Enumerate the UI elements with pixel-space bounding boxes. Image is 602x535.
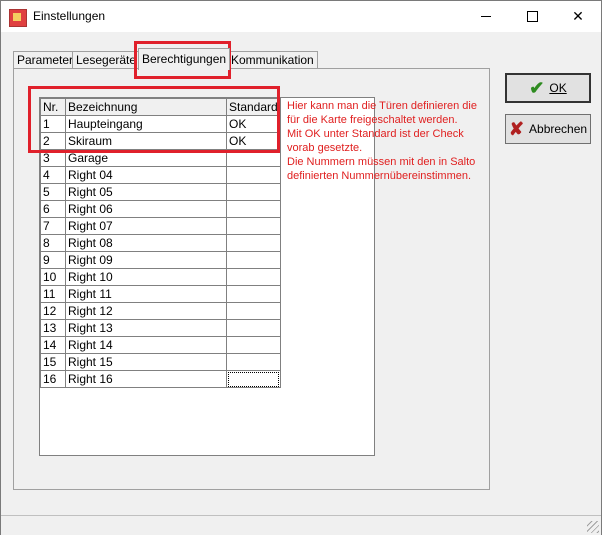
cell-bezeichnung[interactable]: Right 10 — [65, 268, 227, 286]
cell-standard[interactable] — [226, 166, 281, 184]
header-bezeichnung: Bezeichnung — [65, 98, 227, 116]
ok-button[interactable]: ✔ OK — [505, 73, 591, 103]
header-standard: Standard — [226, 98, 281, 116]
cell-nr[interactable]: 7 — [40, 217, 66, 235]
cell-standard[interactable] — [226, 370, 281, 388]
cell-nr[interactable]: 15 — [40, 353, 66, 371]
cell-standard[interactable] — [226, 336, 281, 354]
table-row[interactable]: 12 Right 12 — [40, 302, 281, 320]
table-row[interactable]: 3 Garage — [40, 149, 281, 167]
cell-standard[interactable] — [226, 200, 281, 218]
cell-nr[interactable]: 4 — [40, 166, 66, 184]
cell-bezeichnung[interactable]: Right 08 — [65, 234, 227, 252]
minimize-icon — [481, 16, 491, 17]
cell-nr[interactable]: 11 — [40, 285, 66, 303]
cell-bezeichnung[interactable]: Right 15 — [65, 353, 227, 371]
cell-bezeichnung[interactable]: Right 13 — [65, 319, 227, 337]
minimize-button[interactable] — [463, 1, 509, 32]
cell-nr[interactable]: 3 — [40, 149, 66, 167]
title-bar: Einstellungen ✕ — [1, 1, 601, 32]
table-row[interactable]: 16 Right 16 — [40, 370, 281, 388]
cell-bezeichnung[interactable]: Right 07 — [65, 217, 227, 235]
cell-standard[interactable] — [226, 251, 281, 269]
status-bar — [1, 515, 601, 535]
cell-bezeichnung[interactable]: Right 16 — [65, 370, 227, 388]
table-row[interactable]: 4 Right 04 — [40, 166, 281, 184]
table-row[interactable]: 14 Right 14 — [40, 336, 281, 354]
table-row[interactable]: 1 Haupteingang OK — [40, 115, 281, 133]
cell-nr[interactable]: 2 — [40, 132, 66, 150]
close-button[interactable]: ✕ — [555, 1, 601, 32]
table-row[interactable]: 7 Right 07 — [40, 217, 281, 235]
cell-nr[interactable]: 1 — [40, 115, 66, 133]
cell-standard[interactable]: OK — [226, 115, 281, 133]
cell-nr[interactable]: 14 — [40, 336, 66, 354]
cancel-label: Abbrechen — [529, 122, 588, 136]
cell-bezeichnung[interactable]: Right 04 — [65, 166, 227, 184]
cell-bezeichnung[interactable]: Right 05 — [65, 183, 227, 201]
tab-berechtigungen[interactable]: Berechtigungen — [138, 48, 231, 70]
header-nr: Nr. — [40, 98, 66, 116]
cell-standard[interactable] — [226, 234, 281, 252]
ok-label-text: OK — [549, 81, 567, 95]
cell-standard[interactable] — [226, 217, 281, 235]
table-row[interactable]: 13 Right 13 — [40, 319, 281, 337]
cell-nr[interactable]: 16 — [40, 370, 66, 388]
cell-standard[interactable] — [226, 285, 281, 303]
table-row[interactable]: 10 Right 10 — [40, 268, 281, 286]
cancel-button[interactable]: ✘ Abbrechen — [505, 114, 591, 144]
cell-nr[interactable]: 5 — [40, 183, 66, 201]
tab-parameter[interactable]: Parameter — [13, 51, 78, 69]
cell-standard[interactable] — [226, 353, 281, 371]
table-row[interactable]: 8 Right 08 — [40, 234, 281, 252]
cross-icon: ✘ — [508, 119, 525, 139]
cell-standard[interactable] — [226, 319, 281, 337]
table-row[interactable]: 9 Right 09 — [40, 251, 281, 269]
permissions-table: Nr. Bezeichnung Standard 1 Haupteingang OK… — [40, 98, 281, 388]
cell-bezeichnung[interactable]: Haupteingang — [65, 115, 227, 133]
cell-standard[interactable]: OK — [226, 132, 281, 150]
app-icon — [9, 9, 27, 27]
cell-nr[interactable]: 8 — [40, 234, 66, 252]
cell-standard[interactable] — [226, 268, 281, 286]
maximize-icon — [526, 11, 538, 22]
table-row[interactable]: 11 Right 11 — [40, 285, 281, 303]
table-row[interactable]: 5 Right 05 — [40, 183, 281, 201]
cell-bezeichnung[interactable]: Right 14 — [65, 336, 227, 354]
cell-nr[interactable]: 13 — [40, 319, 66, 337]
cell-bezeichnung[interactable]: Right 11 — [65, 285, 227, 303]
cell-bezeichnung[interactable]: Skiraum — [65, 132, 227, 150]
resize-grip[interactable] — [587, 521, 599, 533]
maximize-button[interactable] — [509, 1, 555, 32]
cell-nr[interactable]: 9 — [40, 251, 66, 269]
cell-bezeichnung[interactable]: Garage — [65, 149, 227, 167]
table-row[interactable]: 2 Skiraum OK — [40, 132, 281, 150]
close-icon: ✕ — [572, 8, 584, 24]
checkmark-icon: ✔ — [529, 78, 545, 98]
cell-standard[interactable] — [226, 149, 281, 167]
cell-bezeichnung[interactable]: Right 12 — [65, 302, 227, 320]
tab-lesegeraete[interactable]: Lesegeräte — [72, 51, 141, 69]
cell-bezeichnung[interactable]: Right 06 — [65, 200, 227, 218]
table-header-row: Nr. Bezeichnung Standard — [40, 98, 281, 116]
cell-standard[interactable] — [226, 302, 281, 320]
cell-nr[interactable]: 10 — [40, 268, 66, 286]
cell-bezeichnung[interactable]: Right 09 — [65, 251, 227, 269]
hint-text: Hier kann man die Türen definieren die f… — [287, 100, 477, 182]
window-title: Einstellungen — [33, 9, 106, 23]
ok-label: OK — [549, 81, 566, 95]
settings-window: Einstellungen ✕ Parameter Lesegeräte Ber… — [0, 0, 602, 535]
cell-nr[interactable]: 12 — [40, 302, 66, 320]
table-row[interactable]: 15 Right 15 — [40, 353, 281, 371]
cell-standard[interactable] — [226, 183, 281, 201]
cell-nr[interactable]: 6 — [40, 200, 66, 218]
table-row[interactable]: 6 Right 06 — [40, 200, 281, 218]
tab-kommunikation[interactable]: Kommunikation — [227, 51, 318, 69]
